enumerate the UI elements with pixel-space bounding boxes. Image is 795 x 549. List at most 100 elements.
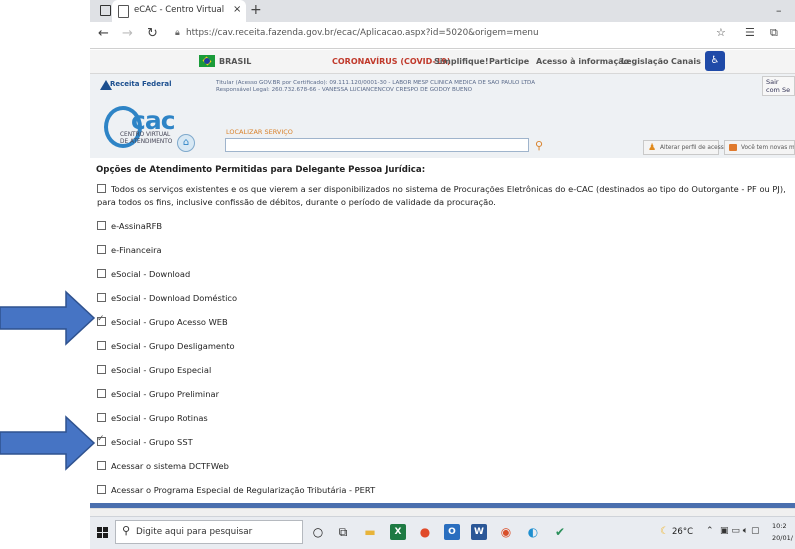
option-item[interactable]: Acessar o sistema DCTFWeb	[97, 461, 229, 471]
option-label: eSocial - Grupo Desligamento	[111, 341, 235, 351]
checkbox-checked[interactable]	[97, 314, 106, 326]
checkbox[interactable]	[97, 184, 106, 193]
back-icon[interactable]: ←	[98, 26, 109, 41]
annotation-arrow-2	[0, 415, 96, 471]
checkbox[interactable]	[97, 485, 106, 494]
gov-canais-link[interactable]: Canais	[671, 57, 701, 66]
option-label: eSocial - Download	[111, 269, 191, 279]
ecac-sub-line2: DE ATENDIMENTO	[120, 138, 173, 145]
file-explorer-icon[interactable]: ▬	[362, 524, 378, 540]
ecac-logo: cac	[131, 106, 176, 135]
accessibility-icon[interactable]: ♿︎	[705, 51, 725, 71]
mensagens-button[interactable]: Você tem novas mensa	[724, 140, 795, 155]
minimize-button[interactable]: –	[776, 4, 782, 17]
option-item[interactable]: eSocial - Grupo Especial	[97, 365, 211, 375]
gov-simplifique-link[interactable]: Simplifique!	[434, 57, 488, 66]
option-item[interactable]: e-Financeira	[97, 245, 162, 255]
checkbox[interactable]	[97, 269, 106, 278]
option-label: Acessar o Programa Especial de Regulariz…	[111, 485, 376, 495]
search-icon[interactable]: ⚲	[535, 139, 543, 152]
option-item[interactable]: e-AssinaRFB	[97, 221, 162, 231]
app-icon[interactable]: ✔	[552, 524, 568, 540]
option-item[interactable]: eSocial - Grupo Acesso WEB	[97, 314, 228, 327]
localizar-servico-input[interactable]	[225, 138, 529, 152]
tray-icons[interactable]: ▣ ▭ 🔈︎ ▢	[720, 526, 760, 536]
option-label: Todos os serviços existentes e os que vi…	[97, 184, 786, 207]
titular-info: Titular (Acesso GOV.BR por Certificado):…	[216, 80, 535, 94]
responsavel-line: Responsável Legal: 260.732.678-66 - VANE…	[216, 87, 473, 93]
checkbox[interactable]	[97, 221, 106, 230]
taskbar-clock[interactable]: 10:2 20/01/	[772, 520, 793, 544]
excel-icon[interactable]: X	[390, 524, 406, 540]
gov-legislacao-link[interactable]: Legislação	[621, 57, 669, 66]
section-title: Opções de Atendimento Permitidas para De…	[96, 165, 426, 175]
gov-covid-link[interactable]: CORONAVÍRUS (COVID-19)	[332, 57, 451, 66]
option-item[interactable]: Acessar o Programa Especial de Regulariz…	[97, 485, 375, 495]
horizontal-scrollbar[interactable]	[90, 508, 795, 516]
option-label: Acessar o sistema DCTFWeb	[111, 461, 229, 471]
option-item[interactable]: eSocial - Grupo SST	[97, 434, 193, 447]
tab-close-icon[interactable]: ×	[233, 4, 241, 15]
checkbox[interactable]	[97, 341, 106, 350]
url-input[interactable]: https://cav.receita.fazenda.gov.br/ecac/…	[186, 28, 539, 38]
receita-federal-logo: Receita Federal	[110, 80, 172, 88]
alterar-perfil-button[interactable]: Alterar perfil de acesso	[643, 140, 727, 155]
checkbox[interactable]	[97, 245, 106, 254]
option-item[interactable]: eSocial - Download	[97, 269, 190, 279]
checkbox[interactable]	[97, 389, 106, 398]
edge-icon[interactable]: ◐	[525, 524, 541, 540]
gov-brasil-link[interactable]: BRASIL	[219, 57, 251, 66]
outlook-icon[interactable]: O	[444, 524, 460, 540]
chrome-icon-2[interactable]: ◉	[498, 524, 514, 540]
option-item[interactable]: eSocial - Grupo Rotinas	[97, 413, 208, 423]
option-label: eSocial - Grupo Rotinas	[111, 413, 208, 423]
option-item[interactable]: eSocial - Grupo Desligamento	[97, 341, 235, 351]
option-item[interactable]: eSocial - Download Doméstico	[97, 293, 237, 303]
option-label: eSocial - Grupo Especial	[111, 365, 212, 375]
annotation-arrow-1	[0, 290, 96, 346]
ecac-sub-line1: CENTRO VIRTUAL	[120, 132, 171, 138]
gov-acesso-link[interactable]: Acesso à informação	[536, 57, 629, 66]
clock-date: 20/01/	[772, 534, 793, 542]
weather-temp[interactable]: 26°C	[672, 527, 693, 537]
favorites-list-icon[interactable]: ☰	[745, 26, 755, 39]
ecac-logo-subtitle: CENTRO VIRTUAL DE ATENDIMENTO	[120, 132, 172, 145]
checkbox[interactable]	[97, 293, 106, 302]
cortana-icon[interactable]: ○	[310, 524, 326, 540]
new-tab-button[interactable]: +	[250, 2, 262, 18]
localizar-servico-label: LOCALIZAR SERVIÇO	[226, 128, 293, 136]
home-icon[interactable]: ⌂	[177, 134, 195, 152]
option-label: eSocial - Grupo Acesso WEB	[111, 317, 228, 327]
checkbox[interactable]	[97, 413, 106, 422]
option-label: e-AssinaRFB	[111, 221, 163, 231]
gov-participe-link[interactable]: Participe	[489, 57, 529, 66]
option-label: e-Financeira	[111, 245, 162, 255]
option-item[interactable]: eSocial - Grupo Preliminar	[97, 389, 219, 399]
clock-time: 10:2	[772, 522, 787, 530]
task-view-icon[interactable]: ⧉	[335, 524, 351, 540]
checkbox[interactable]	[97, 461, 106, 470]
page-favicon-icon	[118, 5, 129, 18]
window-menu-icon[interactable]	[100, 5, 111, 16]
browser-tab[interactable]: eCAC - Centro Virtual de Atendi ×	[112, 0, 246, 22]
option-label: eSocial - Grupo Preliminar	[111, 389, 219, 399]
word-icon[interactable]: W	[471, 524, 487, 540]
lock-icon[interactable]: 🔒︎	[175, 28, 180, 38]
tray-chevron-icon[interactable]: ⌃	[706, 526, 714, 536]
tab-title: eCAC - Centro Virtual de Atendi	[134, 5, 226, 15]
windows-start-icon[interactable]	[97, 527, 108, 538]
checkbox-checked[interactable]	[97, 434, 106, 446]
chrome-icon[interactable]: ●	[417, 524, 433, 540]
refresh-icon[interactable]: ↻	[147, 26, 158, 41]
collections-icon[interactable]: ⧉	[770, 26, 778, 40]
checkbox[interactable]	[97, 365, 106, 374]
option-label: eSocial - Grupo SST	[111, 437, 193, 447]
option-label: eSocial - Download Doméstico	[111, 293, 238, 303]
brazil-flag-icon	[199, 55, 215, 67]
titular-line: Titular (Acesso GOV.BR por Certificado):…	[216, 80, 536, 86]
taskbar-search-icon: ⚲	[122, 524, 131, 537]
logout-button[interactable]: Sair com Se	[762, 76, 795, 96]
favorite-star-icon[interactable]: ☆	[716, 26, 726, 39]
option-all-services[interactable]: Todos os serviços existentes e os que vi…	[97, 183, 795, 209]
forward-icon[interactable]: →	[122, 26, 133, 41]
